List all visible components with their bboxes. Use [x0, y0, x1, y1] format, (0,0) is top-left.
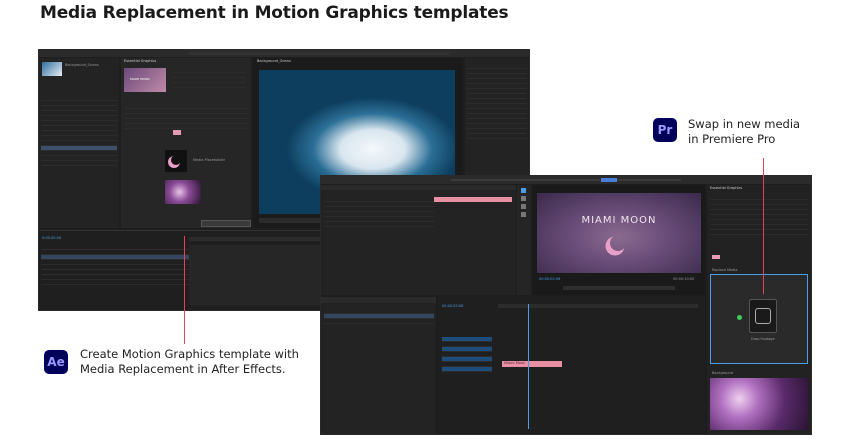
pr-workspace-tabs	[451, 179, 681, 181]
pr-background-label: Background	[712, 371, 733, 375]
pr-callout-line	[763, 158, 764, 294]
pr-program-timecode: 00:00:02:06	[539, 277, 561, 281]
pr-replace-media-label: Replace Media	[712, 268, 738, 272]
ae-project-name: Background_Ocean	[65, 63, 99, 67]
ae-timecode: 0:00:00:00	[42, 236, 62, 240]
ae-callout-line	[184, 236, 185, 344]
ae-layer-list	[41, 245, 191, 305]
ae-media-label: Media Placeholder	[193, 158, 226, 162]
ae-media-placeholder-moon	[165, 150, 187, 172]
ae-project-thumb	[42, 62, 62, 76]
track-select-icon[interactable]	[521, 196, 526, 201]
pr-background-thumb[interactable]	[710, 378, 808, 430]
pr-timeline-clip[interactable]: Miami Moon	[502, 361, 562, 367]
ae-toolbar	[189, 52, 449, 55]
pr-clip-label: Miami Moon	[504, 361, 526, 365]
ae-eg-color-swatch[interactable]	[173, 130, 181, 135]
ae-caption-line-1: Create Motion Graphics template with	[80, 347, 299, 361]
pr-program-duration: 00:00:10:00	[673, 277, 695, 281]
page-title: Media Replacement in Motion Graphics tem…	[40, 3, 509, 23]
pr-timeline-panel: 00:00:02:06 Miami Moon	[438, 297, 705, 434]
pr-essential-graphics-panel: Essential Graphics Replace Media Drop Fo…	[707, 185, 811, 434]
pr-active-workspace[interactable]	[601, 178, 617, 182]
pr-project-tabs	[321, 297, 436, 303]
pr-effect-list	[324, 197, 434, 237]
pr-caption-line-1: Swap in new media	[688, 117, 801, 131]
pr-program-preview: MIAMI MOON	[537, 193, 701, 273]
ae-eg-properties	[124, 104, 248, 144]
pr-effect-tabs	[321, 185, 516, 190]
pr-effect-clip[interactable]	[434, 197, 512, 202]
selection-tool-icon[interactable]	[521, 188, 526, 193]
pr-caption: Swap in new media in Premiere Pro	[688, 117, 800, 147]
ae-comp-tab: Background_Ocean	[257, 59, 291, 63]
pr-eg-title: Essential Graphics	[710, 186, 743, 190]
ae-essential-graphics-title: Essential Graphics	[124, 59, 157, 63]
ae-eg-fields	[171, 68, 246, 98]
pr-playhead[interactable]	[528, 304, 529, 429]
ae-effects-list	[467, 64, 527, 154]
document-drop-icon	[749, 299, 777, 333]
ae-caption-line-2: Media Replacement in After Effects.	[80, 362, 286, 376]
pr-program-monitor: MIAMI MOON 00:00:02:06 00:00:10:00	[533, 185, 705, 295]
pr-project-panel	[321, 297, 436, 434]
ae-eg-thumbnail: MIAMI MOON	[124, 68, 166, 92]
pr-eg-color-swatch[interactable]	[712, 255, 720, 259]
moon-icon	[610, 235, 626, 251]
ae-caption: Create Motion Graphics template with Med…	[80, 347, 299, 377]
ae-project-panel: Background_Ocean	[39, 58, 119, 228]
document-inner-icon	[755, 308, 771, 324]
pr-timeline-timecode: 00:00:02:06	[442, 304, 464, 308]
pr-preview-title: MIAMI MOON	[581, 215, 657, 226]
pr-transport-controls	[563, 286, 675, 290]
premiere-pro-window: MIAMI MOON 00:00:02:06 00:00:10:00 Essen…	[321, 176, 811, 434]
pr-replace-media-dropzone[interactable]: Drop Footage	[710, 274, 808, 364]
moon-icon	[171, 155, 181, 165]
pr-project-list	[324, 309, 434, 339]
pr-drop-label: Drop Footage	[751, 337, 775, 341]
ripple-edit-icon[interactable]	[521, 204, 526, 209]
pr-tools-panel	[517, 185, 531, 295]
ae-eg-thumb-title: MIAMI MOON	[130, 77, 150, 81]
pr-effect-controls-panel	[321, 185, 516, 295]
pr-caption-line-2: in Premiere Pro	[688, 132, 776, 146]
ae-project-list	[41, 96, 117, 216]
pr-track-headers	[442, 337, 492, 397]
cursor-dot-icon	[737, 315, 742, 320]
ae-export-button[interactable]	[201, 220, 251, 227]
razor-tool-icon[interactable]	[521, 212, 526, 217]
pr-eg-props	[710, 195, 808, 255]
ae-essential-graphics-panel: Essential Graphics MIAMI MOON Media Plac…	[121, 58, 251, 228]
premiere-pro-icon: Pr	[653, 118, 677, 142]
ae-media-placeholder-bokeh	[165, 180, 201, 204]
after-effects-icon: Ae	[44, 350, 68, 374]
